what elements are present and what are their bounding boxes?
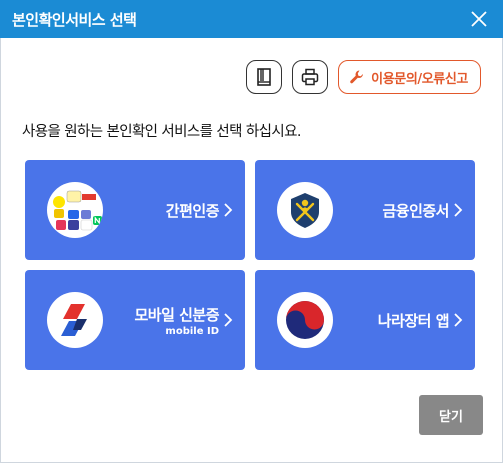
option-financial-cert[interactable]: 금융인증서 (255, 160, 475, 260)
report-label: 이용문의/오류신고 (371, 71, 468, 87)
book-icon (257, 68, 271, 86)
taegeuk-icon (277, 292, 333, 348)
option-mobile-id[interactable]: 모바일 신분증 mobile ID (25, 270, 245, 370)
close-icon[interactable] (469, 9, 489, 29)
chevron-right-icon (224, 203, 233, 217)
option-label-wrap: 금융인증서 (382, 160, 449, 260)
option-label: 나라장터 앱 (377, 311, 450, 330)
simple-auth-logos-icon (47, 182, 103, 238)
toolbar: 이용문의/오류신고 (246, 60, 481, 94)
chevron-right-icon (224, 313, 233, 327)
option-label: 간편인증 (165, 201, 220, 220)
auth-options-grid: 간편인증 금융인증서 모바일 신분증 mobile ID 나라장터 앱 (25, 160, 475, 370)
manual-button[interactable] (246, 60, 283, 94)
financial-cert-shield-icon (277, 182, 333, 238)
print-button[interactable] (292, 60, 329, 94)
chevron-right-icon (454, 313, 463, 327)
instruction-text: 사용을 원하는 본인확인 서비스를 선택 하십시요. (22, 124, 301, 140)
print-icon (301, 68, 319, 86)
option-simple-auth[interactable]: 간편인증 (25, 160, 245, 260)
title-bar: 본인확인서비스 선택 (0, 0, 503, 38)
mobile-id-icon (47, 292, 103, 348)
window-title: 본인확인서비스 선택 (12, 10, 137, 29)
option-label: 금융인증서 (382, 201, 449, 220)
option-label-wrap: 모바일 신분증 mobile ID (134, 270, 219, 370)
option-sublabel: mobile ID (165, 325, 219, 337)
option-label-wrap: 나라장터 앱 (377, 270, 450, 370)
close-button[interactable]: 닫기 (419, 395, 483, 435)
wrench-icon (350, 70, 364, 84)
option-label: 모바일 신분증 (134, 305, 219, 324)
report-button[interactable]: 이용문의/오류신고 (338, 60, 481, 94)
option-koneps-app[interactable]: 나라장터 앱 (255, 270, 475, 370)
chevron-right-icon (454, 203, 463, 217)
option-label-wrap: 간편인증 (165, 160, 220, 260)
